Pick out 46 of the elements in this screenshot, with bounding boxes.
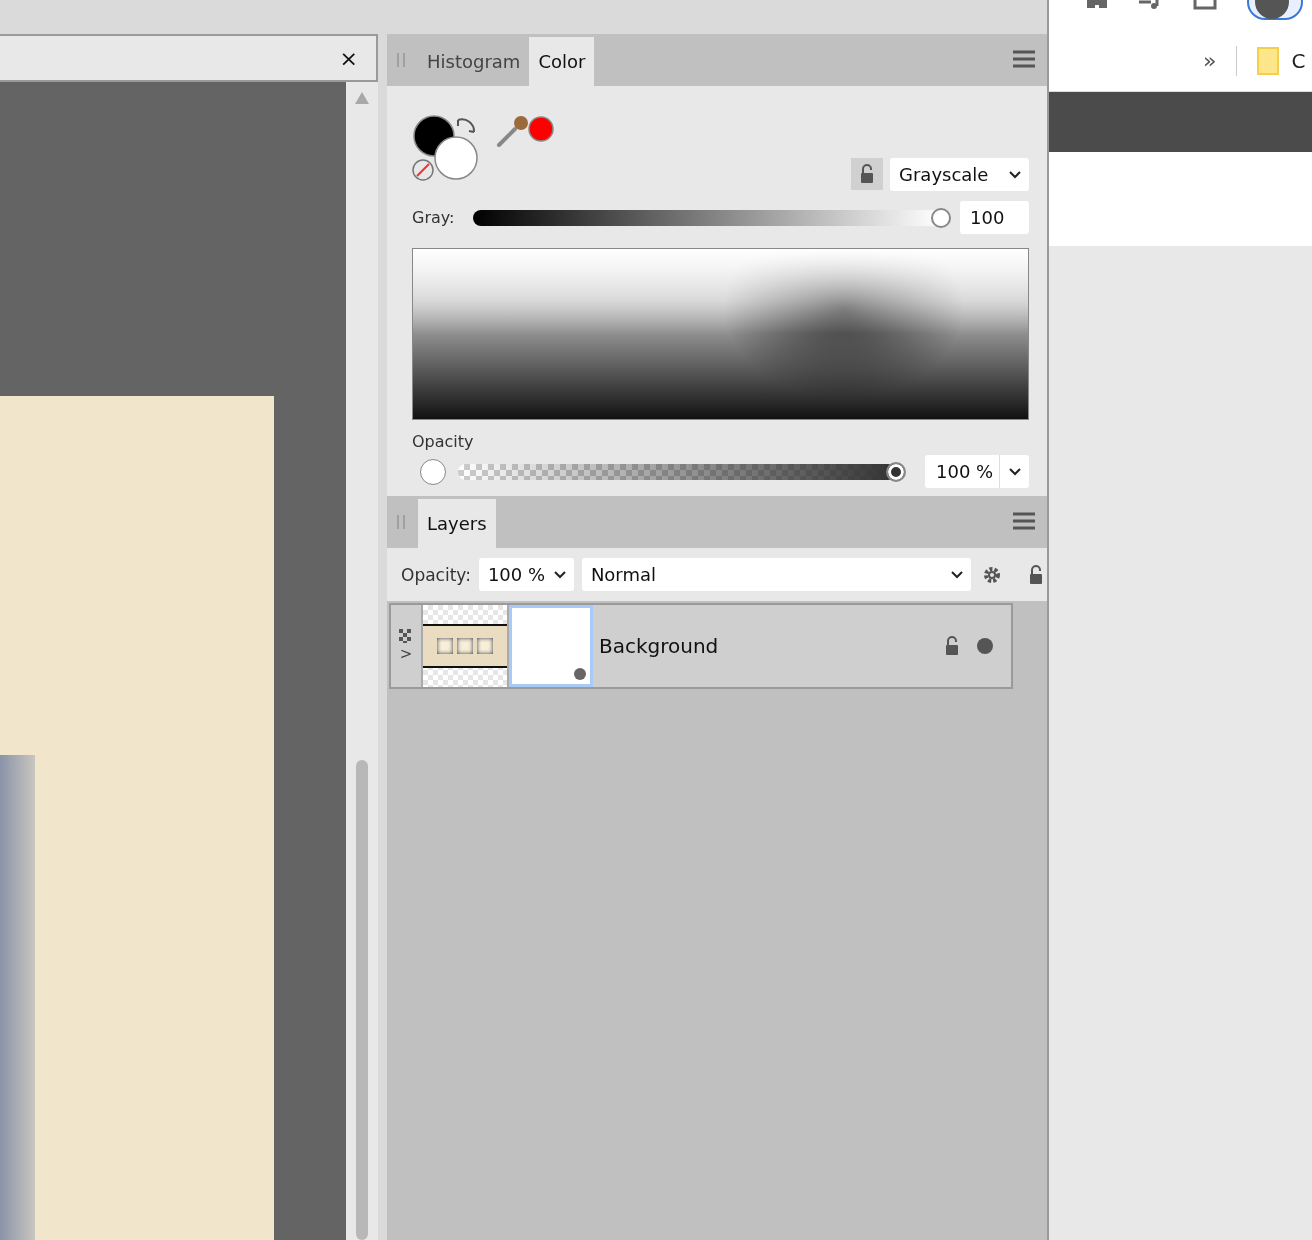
color-swatches-icon[interactable] [412, 114, 480, 182]
panel-tab[interactable]: Color [529, 37, 595, 86]
blend-mode-dropdown[interactable]: Normal [581, 558, 971, 591]
puzzle-icon[interactable] [1085, 0, 1109, 10]
channel-label: Gray: [412, 208, 455, 227]
chevron-down-icon [553, 570, 566, 579]
menu-icon[interactable] [1013, 512, 1035, 530]
mask-thumbnail[interactable] [509, 605, 593, 687]
opacity-dropdown[interactable]: 100 % [925, 455, 1029, 488]
layer-opacity-dropdown[interactable]: 100 % [478, 558, 574, 591]
panel-tab[interactable]: Histogram [418, 37, 530, 86]
menu-icon[interactable] [1013, 50, 1035, 68]
gear-icon [982, 565, 1001, 584]
close-button[interactable]: × [335, 45, 362, 71]
visibility-dot-icon[interactable] [977, 638, 993, 654]
lock-icon [1028, 564, 1043, 585]
more-bookmarks-button[interactable]: » [1203, 48, 1217, 73]
chevron-down-icon [950, 570, 963, 579]
lock-button[interactable] [1028, 564, 1043, 585]
layer-row[interactable]: > Background [389, 603, 1013, 689]
slider-thumb[interactable] [931, 207, 951, 228]
layer-thumbnail[interactable] [423, 605, 509, 687]
bookmark-label[interactable]: C [1291, 48, 1306, 73]
level-input[interactable]: 100 [960, 201, 1029, 234]
lock-icon [860, 164, 874, 184]
lock-icon [945, 636, 959, 656]
chevron-down-icon [1008, 467, 1021, 476]
chevron-down-icon [1009, 170, 1021, 179]
eyedropper-icon[interactable] [496, 114, 530, 148]
opacity-label: Opacity: [401, 564, 471, 585]
color-dot-icon[interactable] [528, 116, 554, 142]
grip-icon[interactable] [397, 53, 405, 67]
layer-name: Background [599, 634, 720, 658]
opacity-label: Opacity [412, 432, 475, 451]
slider-thumb[interactable] [886, 461, 906, 482]
checker-icon [399, 629, 413, 643]
color-mode-dropdown[interactable]: Grayscale [890, 158, 1029, 191]
expand-button[interactable]: > [399, 645, 413, 663]
panel-tab[interactable]: Layers [418, 499, 496, 548]
lock-button[interactable] [851, 158, 883, 190]
tone-spectrum[interactable] [412, 248, 1029, 420]
grip-icon[interactable] [397, 515, 405, 529]
settings-button[interactable] [982, 565, 1001, 584]
window-icon[interactable] [1193, 0, 1217, 10]
transparent-swatch[interactable] [420, 458, 446, 485]
opacity-value[interactable]: 100 % [925, 461, 999, 482]
